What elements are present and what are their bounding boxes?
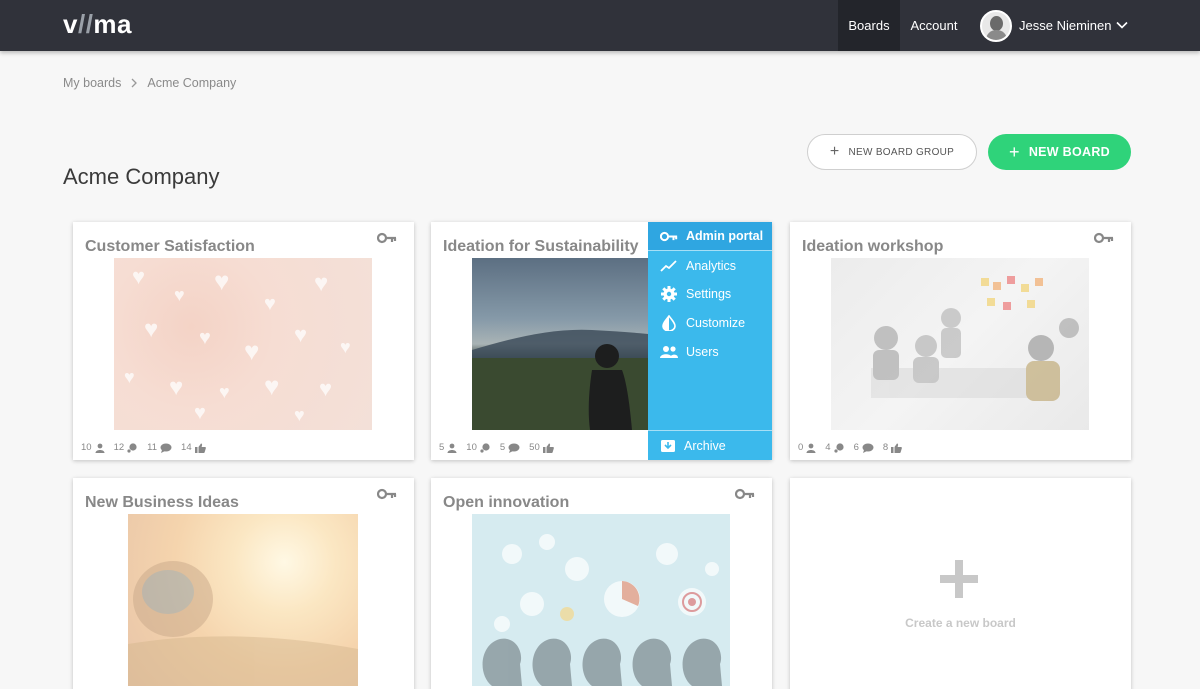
menu-settings[interactable]: Settings	[648, 280, 772, 308]
comment-icon	[862, 443, 874, 453]
avatar[interactable]	[980, 10, 1012, 42]
users-count: 10	[81, 442, 92, 453]
page-title: Acme Company	[63, 164, 220, 189]
likes-count: 8	[882, 442, 889, 453]
board-title: New Business Ideas	[85, 494, 239, 511]
thumbs-up-icon	[542, 443, 554, 453]
plus-icon: +	[829, 143, 840, 160]
gear-icon	[661, 286, 677, 302]
board-stats: 0 4 6 8	[798, 442, 905, 453]
nav-boards[interactable]: Boards	[838, 0, 900, 51]
user-icon	[447, 443, 457, 453]
chevron-right-icon	[131, 78, 138, 88]
customize-icon	[662, 315, 676, 331]
admin-menu: Admin portal Analytics Settings Customiz…	[648, 222, 772, 460]
top-navigation-bar: v//ma Boards Account Jesse Nieminen	[0, 0, 1200, 51]
board-title: Open innovation	[443, 494, 570, 511]
new-board-group-button[interactable]: + NEW BOARD GROUP	[807, 134, 977, 170]
board-image	[128, 514, 358, 686]
user-name[interactable]: Jesse Nieminen	[1019, 0, 1112, 51]
board-stats: 5 10 5 50	[439, 442, 557, 453]
key-icon[interactable]	[735, 488, 755, 500]
chevron-down-icon[interactable]	[1115, 18, 1129, 32]
users-count: 5	[439, 442, 445, 453]
ideas-count: 4	[825, 442, 831, 453]
key-icon	[660, 231, 678, 241]
board-title: Customer Satisfaction	[85, 238, 255, 255]
breadcrumb-my-boards[interactable]: My boards	[63, 76, 121, 90]
new-board-button[interactable]: + NEW BOARD	[988, 134, 1131, 170]
menu-admin-portal-label: Admin portal	[686, 229, 764, 243]
ideas-count: 12	[113, 442, 125, 453]
board-title: Ideation workshop	[802, 238, 944, 255]
user-icon	[806, 443, 816, 453]
board-card-ideation-workshop[interactable]: Ideation workshop 0 4 6 8	[790, 222, 1131, 460]
board-card-customer-satisfaction[interactable]: Customer Satisfaction ♥ ♥ ♥ ♥ ♥ ♥ ♥ ♥ ♥ …	[73, 222, 414, 460]
breadcrumb-current: Acme Company	[147, 76, 237, 90]
board-card-new-business-ideas[interactable]: New Business Ideas	[73, 478, 414, 689]
user-icon	[95, 443, 105, 453]
thumbs-up-icon	[194, 443, 206, 453]
menu-users[interactable]: Users	[648, 338, 772, 366]
key-icon[interactable]	[377, 488, 397, 500]
menu-admin-portal[interactable]: Admin portal	[648, 222, 772, 250]
ideas-icon	[480, 442, 490, 453]
menu-customize[interactable]: Customize	[648, 309, 772, 337]
create-board-card[interactable]: Create a new board	[790, 478, 1131, 689]
comment-icon	[508, 443, 520, 453]
menu-archive-label: Archive	[684, 439, 726, 453]
create-board-label: Create a new board	[905, 616, 1016, 630]
comments-count: 11	[147, 442, 158, 453]
plus-icon	[940, 560, 978, 598]
new-board-group-label: NEW BOARD GROUP	[848, 146, 955, 158]
ideas-icon	[833, 442, 844, 453]
board-stats: 10 12 11 14	[81, 442, 209, 453]
breadcrumb: My boards Acme Company	[63, 76, 236, 90]
board-image: ♥ ♥ ♥ ♥ ♥ ♥ ♥ ♥ ♥ ♥ ♥ ♥ ♥ ♥ ♥ ♥ ♥	[114, 258, 372, 430]
users-count: 0	[798, 442, 804, 453]
comments-count: 6	[853, 442, 859, 453]
comments-count: 5	[499, 442, 506, 453]
comment-icon	[160, 443, 172, 453]
likes-count: 50	[529, 442, 540, 453]
menu-settings-label: Settings	[686, 287, 732, 301]
plus-icon: +	[1009, 142, 1020, 162]
menu-archive[interactable]: Archive	[648, 432, 772, 460]
menu-analytics[interactable]: Analytics	[648, 252, 772, 280]
viima-logo[interactable]: v//ma	[63, 9, 132, 40]
key-icon[interactable]	[377, 232, 397, 244]
analytics-icon	[660, 260, 677, 272]
nav-account[interactable]: Account	[900, 0, 968, 51]
new-board-label: NEW BOARD	[1028, 145, 1110, 159]
users-icon	[660, 346, 678, 358]
menu-customize-label: Customize	[686, 316, 746, 330]
archive-icon	[661, 440, 675, 452]
key-icon[interactable]	[1094, 232, 1114, 244]
ideas-count: 10	[466, 442, 477, 453]
board-title: Ideation for Sustainability	[443, 238, 639, 255]
menu-analytics-label: Analytics	[686, 259, 737, 273]
ideas-icon	[127, 442, 137, 453]
board-card-open-innovation[interactable]: Open innovation	[431, 478, 772, 689]
board-image	[472, 514, 730, 686]
board-image	[831, 258, 1089, 430]
likes-count: 14	[181, 442, 192, 453]
menu-users-label: Users	[686, 345, 719, 359]
thumbs-up-icon	[891, 443, 903, 453]
